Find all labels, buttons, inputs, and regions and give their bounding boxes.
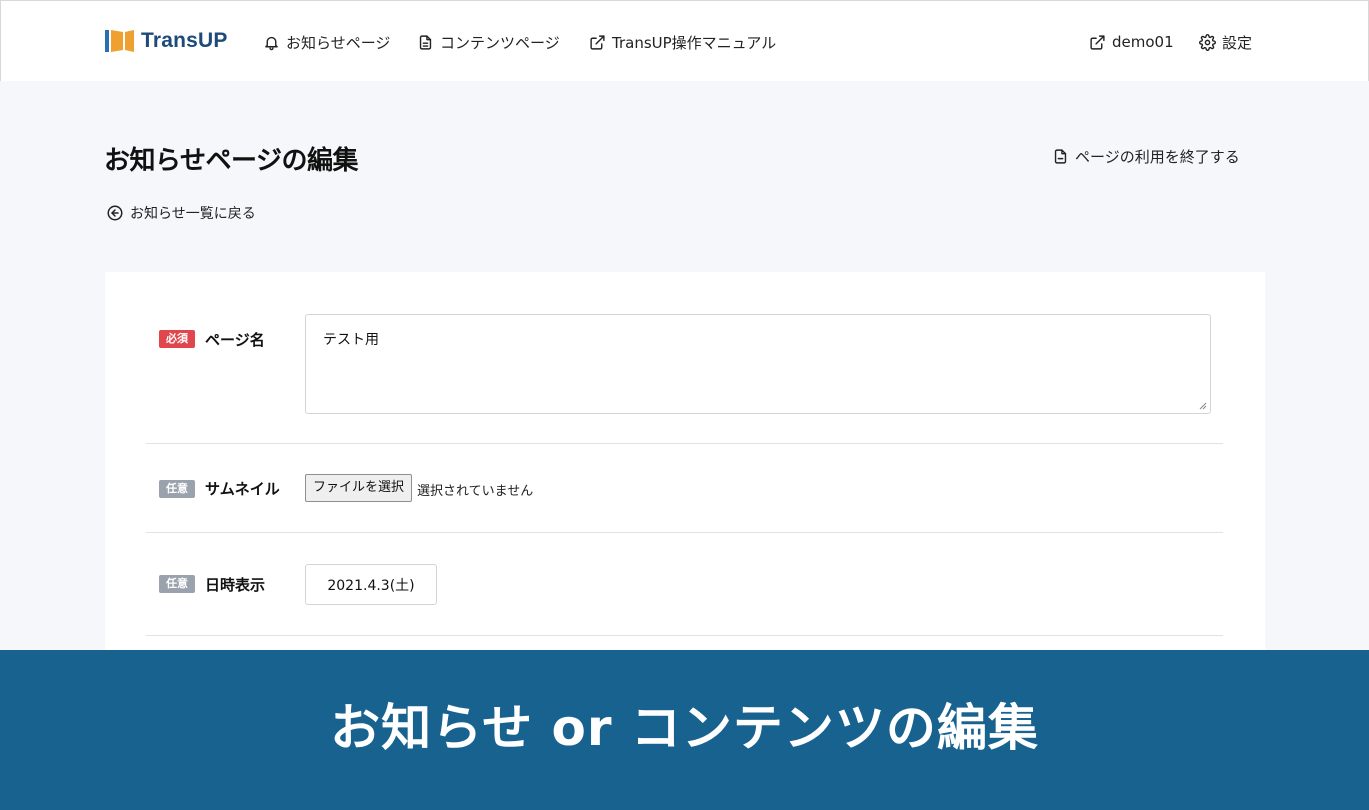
external-link-icon	[590, 34, 605, 50]
back-to-list-link[interactable]: お知らせ一覧に戻る	[106, 203, 256, 223]
document-icon	[1054, 149, 1067, 164]
back-link-label: お知らせ一覧に戻る	[130, 206, 256, 222]
date-display-value: 2021.4.3(土)	[327, 577, 415, 594]
field-label-datetime: 日時表示	[205, 576, 266, 594]
field-label-thumbnail: サムネイル	[205, 480, 280, 498]
logo-text: TransUP	[141, 29, 228, 52]
logo-mark-icon	[105, 30, 134, 52]
settings-label: 設定	[1222, 33, 1253, 52]
page-name-textarea[interactable]: テスト用	[305, 314, 1211, 414]
user-name: demo01	[1112, 33, 1174, 51]
resize-grip-icon[interactable]	[1199, 402, 1207, 410]
banner-caption: お知らせ or コンテンツの編集	[330, 699, 1039, 757]
choose-file-button[interactable]: ファイルを選択	[305, 474, 413, 502]
top-header: TransUP お知らせページ コンテンツページ TransUP操作マニュアル …	[0, 0, 1369, 81]
external-link-icon	[1090, 34, 1105, 50]
user-account-link[interactable]: demo01	[1089, 31, 1174, 53]
field-label-page-name: ページ名	[205, 331, 265, 349]
nav-item-contents[interactable]: コンテンツページ	[417, 31, 560, 53]
nav-item-label: TransUP操作マニュアル	[612, 33, 777, 52]
form-row-page-name: 必須 ページ名 テスト用	[146, 272, 1223, 444]
required-badge: 必須	[159, 330, 195, 348]
transup-logo[interactable]: TransUP	[105, 27, 228, 55]
nav-item-manual[interactable]: TransUP操作マニュアル	[589, 31, 776, 53]
date-display-input[interactable]: 2021.4.3(土)	[305, 564, 437, 605]
document-icon	[419, 34, 432, 50]
page-name-value: テスト用	[323, 332, 379, 348]
gear-icon	[1199, 33, 1216, 51]
page-title: お知らせページの編集	[104, 146, 358, 176]
edit-form-card: 必須 ページ名 テスト用 任意 サムネイル ファイルを選択 選択されていません …	[105, 272, 1265, 672]
nav-item-label: コンテンツページ	[440, 33, 560, 52]
end-link-label: ページの利用を終了する	[1075, 148, 1240, 166]
optional-badge: 任意	[159, 575, 195, 593]
optional-badge: 任意	[159, 480, 195, 498]
nav-item-label: お知らせページ	[286, 33, 391, 52]
end-page-usage-link[interactable]: ページの利用を終了する	[1052, 146, 1240, 167]
caption-banner: お知らせ or コンテンツの編集	[0, 650, 1369, 810]
nav-item-notices[interactable]: お知らせページ	[263, 31, 390, 53]
file-status-text: 選択されていません	[417, 484, 534, 499]
arrow-left-circle-icon	[107, 205, 123, 221]
bell-icon	[265, 36, 278, 50]
settings-link[interactable]: 設定	[1199, 31, 1252, 53]
